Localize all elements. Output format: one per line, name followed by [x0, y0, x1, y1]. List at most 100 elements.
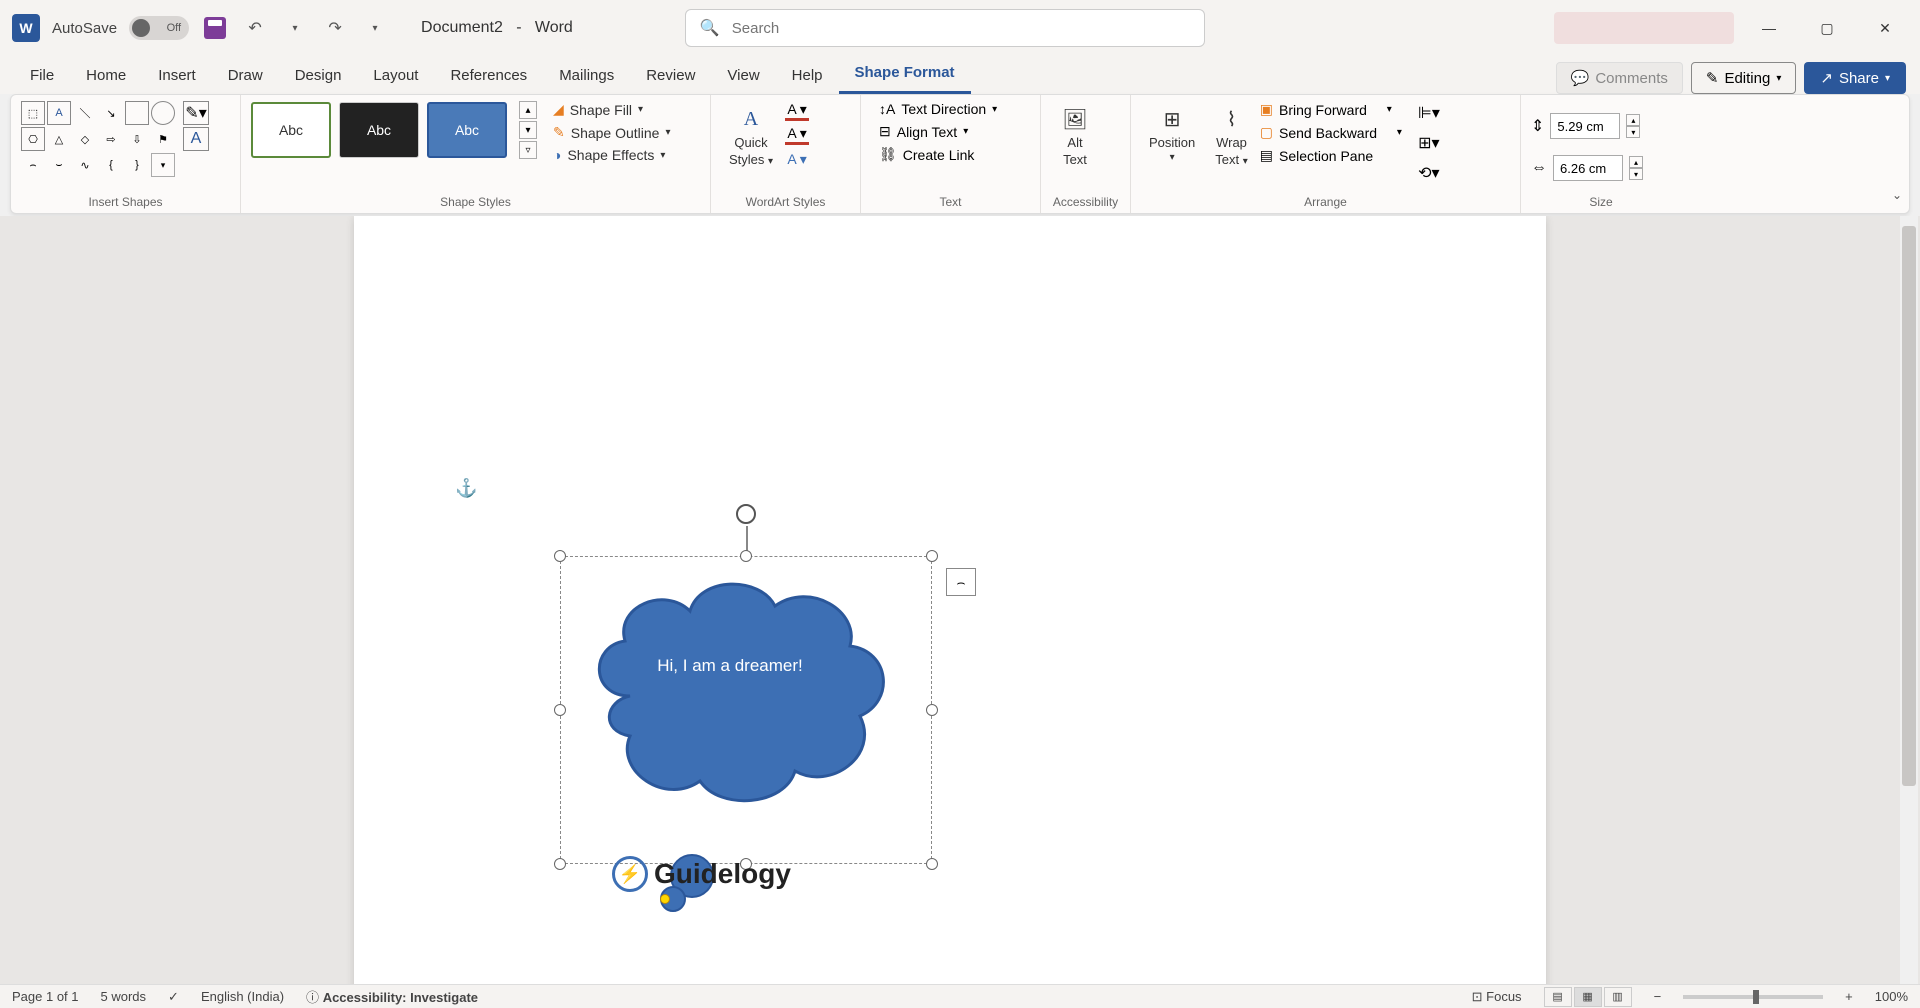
align-button[interactable]: ⊫▾: [1414, 101, 1444, 125]
rotate-button[interactable]: ⟲▾: [1414, 161, 1444, 185]
shape-line-icon[interactable]: ＼: [73, 101, 97, 125]
shape-flag-icon[interactable]: ⚑: [151, 127, 175, 151]
shape-textbox-icon[interactable]: ⬚: [21, 101, 45, 125]
create-link-button[interactable]: ⛓Create Link: [879, 146, 997, 163]
shape-oval-icon[interactable]: [151, 101, 175, 125]
alt-text-button[interactable]: 🖼 Alt Text: [1051, 101, 1099, 171]
zoom-in-button[interactable]: +: [1845, 989, 1853, 1004]
gallery-up-icon[interactable]: ▴: [519, 101, 537, 119]
shape-lbrace-icon[interactable]: ⌢: [21, 153, 45, 177]
tab-references[interactable]: References: [434, 59, 543, 94]
gallery-down-icon[interactable]: ▾: [519, 121, 537, 139]
width-down[interactable]: ▾: [1629, 168, 1643, 180]
page-status[interactable]: Page 1 of 1: [12, 989, 79, 1004]
language-status[interactable]: English (India): [201, 989, 284, 1004]
web-layout-button[interactable]: ▥: [1604, 987, 1632, 1007]
shape-rbrack-icon[interactable]: }: [125, 153, 149, 177]
group-button[interactable]: ⊞▾: [1414, 131, 1444, 155]
qat-customize[interactable]: ▾: [361, 14, 389, 42]
zoom-slider[interactable]: [1683, 995, 1823, 999]
style-swatch-2[interactable]: Abc: [339, 102, 419, 158]
position-button[interactable]: ⊞ Position ▾: [1141, 101, 1203, 167]
tab-draw[interactable]: Draw: [212, 59, 279, 94]
save-button[interactable]: [201, 14, 229, 42]
tab-review[interactable]: Review: [630, 59, 711, 94]
word-count[interactable]: 5 words: [101, 989, 147, 1004]
shape-style-gallery[interactable]: Abc Abc Abc ▴ ▾ ▿: [251, 101, 537, 159]
draw-textbox-button[interactable]: A: [183, 127, 209, 151]
layout-options-button[interactable]: ⌢: [946, 568, 976, 596]
bring-forward-button[interactable]: ▣Bring Forward ▾: [1260, 101, 1402, 118]
autosave-toggle[interactable]: Off: [129, 16, 189, 40]
comments-button[interactable]: 💬Comments: [1556, 62, 1683, 94]
width-up[interactable]: ▴: [1629, 156, 1643, 168]
document-page[interactable]: [354, 216, 1546, 984]
restore-button[interactable]: ▢: [1804, 12, 1850, 44]
tab-home[interactable]: Home: [70, 59, 142, 94]
shape-darrow-icon[interactable]: ⇩: [125, 127, 149, 151]
style-swatch-1[interactable]: Abc: [251, 102, 331, 158]
zoom-level[interactable]: 100%: [1875, 989, 1908, 1004]
wrap-text-button[interactable]: ⌇ Wrap Text ▾: [1207, 101, 1256, 171]
edit-shape-button[interactable]: ✎▾: [183, 101, 209, 125]
tab-view[interactable]: View: [711, 59, 775, 94]
share-button[interactable]: ↗Share▾: [1804, 62, 1906, 94]
user-account[interactable]: [1554, 12, 1734, 44]
tab-mailings[interactable]: Mailings: [543, 59, 630, 94]
editing-mode-button[interactable]: ✎Editing▾: [1691, 62, 1796, 94]
vertical-scrollbar[interactable]: [1900, 216, 1918, 984]
resize-handle-br[interactable]: [926, 858, 938, 870]
text-outline-button[interactable]: A ▾: [785, 125, 809, 145]
shapes-gallery[interactable]: ⬚ A ＼ ↘ ⎔ △ ◇ ⇨ ⇩ ⚑ ⌢ ⌣ ∿ { } ▾: [21, 101, 175, 177]
undo-button[interactable]: ↶: [241, 14, 269, 42]
collapse-ribbon-button[interactable]: ⌄: [1892, 188, 1902, 202]
tab-design[interactable]: Design: [279, 59, 358, 94]
resize-handle-ml[interactable]: [554, 704, 566, 716]
close-button[interactable]: ✕: [1862, 12, 1908, 44]
print-layout-button[interactable]: ▦: [1574, 987, 1602, 1007]
shape-rect-icon[interactable]: [125, 101, 149, 125]
tab-help[interactable]: Help: [776, 59, 839, 94]
shape-arrow-line-icon[interactable]: ↘: [99, 101, 123, 125]
send-backward-button[interactable]: ▢Send Backward ▾: [1260, 124, 1402, 141]
accessibility-status[interactable]: ⓘ Accessibility: Investigate: [306, 987, 478, 1006]
shape-fill-button[interactable]: ◢Shape Fill ▾: [553, 101, 671, 118]
align-text-button[interactable]: ⊟Align Text ▾: [879, 123, 997, 140]
search-box[interactable]: 🔍: [685, 9, 1205, 47]
shape-hexagon-icon[interactable]: ⎔: [21, 127, 45, 151]
search-input[interactable]: [732, 20, 1190, 37]
shape-rbrace-icon[interactable]: ⌣: [47, 153, 71, 177]
shapes-more-icon[interactable]: ▾: [151, 153, 175, 177]
resize-handle-tr[interactable]: [926, 550, 938, 562]
resize-handle-bl[interactable]: [554, 858, 566, 870]
tab-layout[interactable]: Layout: [357, 59, 434, 94]
shape-text[interactable]: Hi, I am a dreamer!: [570, 656, 890, 676]
minimize-button[interactable]: —: [1746, 12, 1792, 44]
undo-dropdown[interactable]: ▾: [281, 14, 309, 42]
style-swatch-3[interactable]: Abc: [427, 102, 507, 158]
thought-bubble-shape[interactable]: Hi, I am a dreamer!: [570, 556, 910, 826]
spell-check-icon[interactable]: ✓: [168, 989, 179, 1005]
selection-pane-button[interactable]: ▤Selection Pane: [1260, 147, 1402, 164]
focus-mode-button[interactable]: ⊡ Focus: [1472, 989, 1522, 1005]
tab-insert[interactable]: Insert: [142, 59, 212, 94]
gallery-scroll[interactable]: ▴ ▾ ▿: [519, 101, 537, 159]
zoom-thumb[interactable]: [1753, 990, 1759, 1004]
shape-curve-icon[interactable]: ∿: [73, 153, 97, 177]
resize-handle-tl[interactable]: [554, 550, 566, 562]
resize-handle-mr[interactable]: [926, 704, 938, 716]
tab-shape-format[interactable]: Shape Format: [839, 56, 971, 94]
height-up[interactable]: ▴: [1626, 114, 1640, 126]
shape-triangle-icon[interactable]: △: [47, 127, 71, 151]
shape-textbox2-icon[interactable]: A: [47, 101, 71, 125]
shape-lbrack-icon[interactable]: {: [99, 153, 123, 177]
text-direction-button[interactable]: ↕AText Direction ▾: [879, 101, 997, 117]
adjustment-handle[interactable]: [660, 894, 670, 904]
height-down[interactable]: ▾: [1626, 126, 1640, 138]
gallery-more-icon[interactable]: ▿: [519, 141, 537, 159]
text-fill-button[interactable]: A ▾: [785, 101, 809, 121]
selected-shape[interactable]: Hi, I am a dreamer!: [560, 556, 932, 864]
shape-rarrow-icon[interactable]: ⇨: [99, 127, 123, 151]
shape-outline-button[interactable]: ✎Shape Outline ▾: [553, 124, 671, 141]
text-effects-button[interactable]: A ▾: [785, 149, 809, 169]
